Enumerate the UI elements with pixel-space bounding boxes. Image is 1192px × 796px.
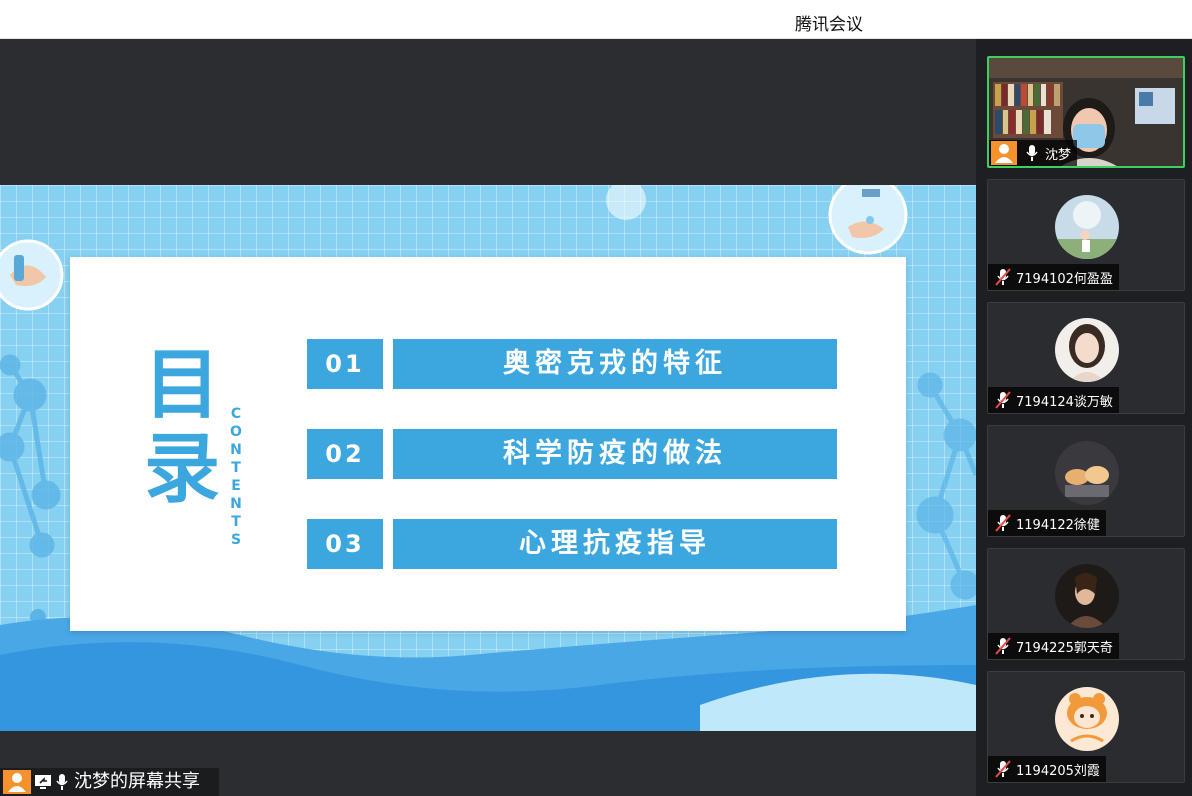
contents-card: 目 录 C O N T E N T S 01 奥密克戎的特征 02 科学防疫的做…	[70, 257, 906, 631]
item-label: 科学防疫的做法	[393, 429, 837, 479]
subheading-char: N	[230, 496, 242, 512]
participant-nameplate: 沈梦	[989, 140, 1078, 166]
subheading-char: C	[230, 406, 242, 422]
item-number: 02	[307, 429, 383, 479]
subheading-char: T	[231, 460, 241, 476]
participant-name: 7194225郭天奇	[1016, 640, 1113, 656]
participant-avatar	[1055, 318, 1119, 382]
heading-char: 录	[144, 424, 220, 513]
participant-name: 1194205刘霞	[1016, 763, 1100, 779]
screen-share-icon	[35, 775, 51, 789]
participant-name: 7194102何盈盈	[1016, 271, 1113, 287]
participant-avatar	[1055, 441, 1119, 505]
heading-char: 目	[144, 340, 220, 429]
screen-share-area[interactable]: 目 录 C O N T E N T S 01 奥密克戎的特征 02 科学防疫的做…	[0, 39, 976, 796]
subheading-char: E	[231, 478, 241, 494]
mic-off-icon	[995, 637, 1011, 655]
screen-share-indicator[interactable]: 沈梦的屏幕共享	[0, 768, 219, 796]
share-label: 沈梦的屏幕共享	[74, 771, 200, 792]
title-bar: 腾讯会议	[0, 0, 1192, 39]
meeting-window: 腾讯会议 目 录 C O N T E N T S 01 奥密克戎的特征 02 科…	[0, 0, 1192, 796]
mic-off-icon	[995, 514, 1011, 532]
user-icon	[3, 770, 31, 794]
participant-panel: 沈梦 7194102何盈盈 7194124谈万敏 1194122徐健 71942…	[976, 39, 1192, 796]
contents-item: 02 科学防疫的做法	[307, 429, 837, 479]
participant-tile[interactable]: 7194225郭天奇	[987, 548, 1185, 660]
participant-tile[interactable]: 沈梦	[987, 56, 1185, 168]
mic-off-icon	[995, 760, 1011, 778]
mic-icon	[1026, 145, 1038, 161]
participant-name: 1194122徐健	[1016, 517, 1100, 533]
subheading-char: O	[230, 424, 242, 440]
participant-tile[interactable]: 7194124谈万敏	[987, 302, 1185, 414]
participant-nameplate: 7194124谈万敏	[988, 387, 1119, 413]
participant-tile[interactable]: 1194122徐健	[987, 425, 1185, 537]
participant-nameplate: 1194205刘霞	[988, 756, 1106, 782]
participant-avatar	[1055, 564, 1119, 628]
participant-name: 沈梦	[1045, 147, 1072, 163]
mic-icon	[56, 774, 68, 790]
participant-name: 7194124谈万敏	[1016, 394, 1113, 410]
participant-avatar	[1055, 195, 1119, 259]
participant-tile[interactable]: 7194102何盈盈	[987, 179, 1185, 291]
mic-off-icon	[995, 268, 1011, 286]
participant-nameplate: 7194102何盈盈	[988, 264, 1119, 290]
contents-heading: 目 录	[142, 343, 222, 511]
mic-off-icon	[995, 391, 1011, 409]
participant-nameplate: 7194225郭天奇	[988, 633, 1119, 659]
contents-item: 03 心理抗疫指导	[307, 519, 837, 569]
subheading-char: T	[231, 514, 241, 530]
participant-nameplate: 1194122徐健	[988, 510, 1106, 536]
item-label: 奥密克戎的特征	[393, 339, 837, 389]
contents-item: 01 奥密克戎的特征	[307, 339, 837, 389]
user-icon	[991, 141, 1017, 165]
item-label: 心理抗疫指导	[393, 519, 837, 569]
item-number: 03	[307, 519, 383, 569]
presentation-slide: 目 录 C O N T E N T S 01 奥密克戎的特征 02 科学防疫的做…	[0, 185, 976, 731]
subheading-char: N	[230, 442, 242, 458]
participant-tile[interactable]: 1194205刘霞	[987, 671, 1185, 783]
subheading-char: S	[230, 532, 242, 548]
item-number: 01	[307, 339, 383, 389]
participant-avatar	[1055, 687, 1119, 751]
app-title: 腾讯会议	[795, 15, 863, 35]
contents-subheading: C O N T E N T S	[228, 405, 244, 549]
